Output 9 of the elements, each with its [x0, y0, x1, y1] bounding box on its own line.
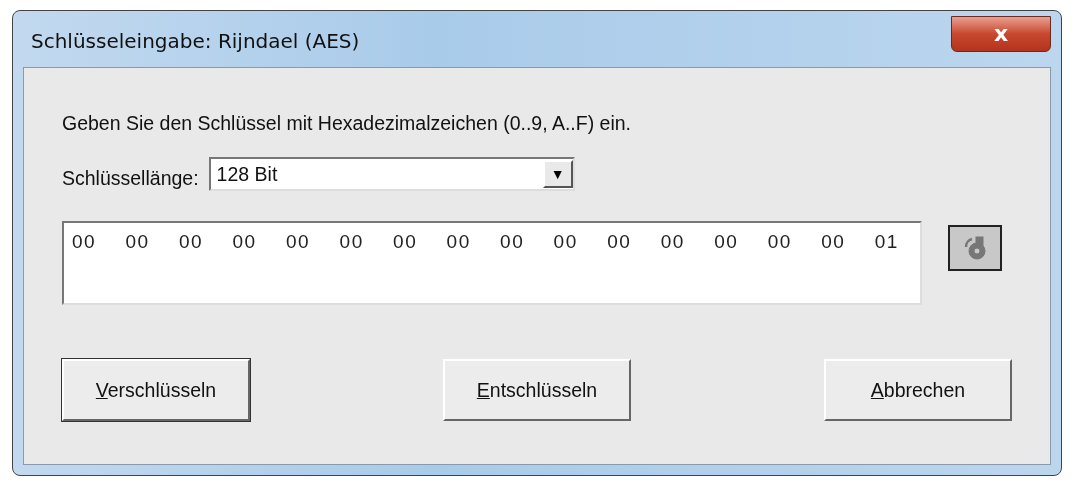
dialog-button[interactable]: Verschlüsseln [62, 359, 250, 421]
key-length-label: Schlüssellänge: [62, 165, 199, 190]
instruction-text: Geben Sie den Schlüssel mit Hexadezimalzeichen (0..9, A..F) ein. [62, 112, 633, 135]
key-input-field[interactable]: 00 00 00 00 00 00 00 00 00 00 00 00 00 00 00 01 [62, 221, 922, 305]
window-title: Schlüsseleingabe: Rijndael (AES) [30, 28, 360, 53]
dialog-button[interactable]: Abbrechen [824, 359, 1012, 421]
close-button[interactable]: x [951, 16, 1051, 52]
key-length-dropdown[interactable]: 128 Bit ▼ [208, 157, 575, 191]
dialog-button[interactable]: Entschlüsseln [443, 359, 631, 421]
